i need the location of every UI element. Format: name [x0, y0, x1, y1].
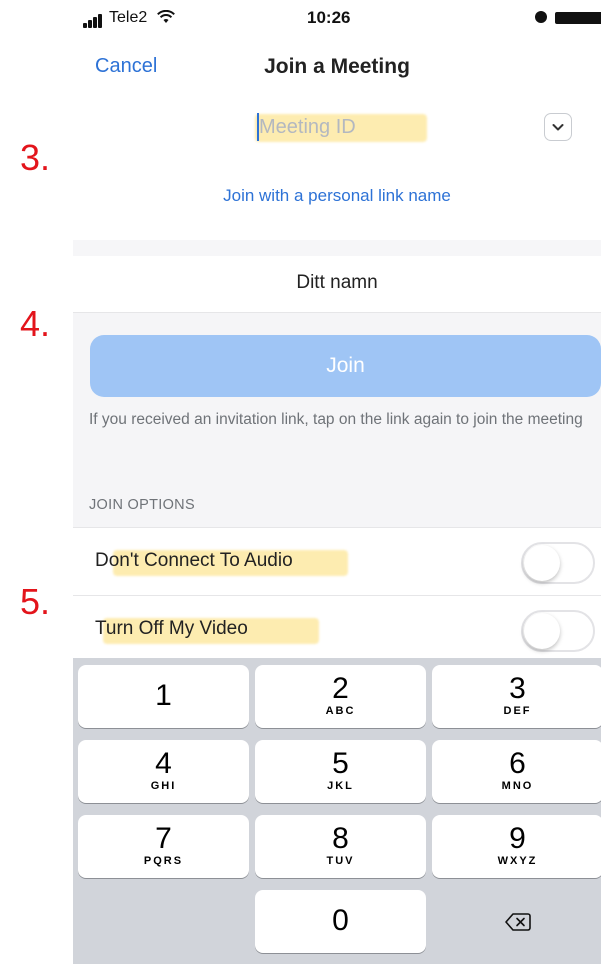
- key-1[interactable]: 1: [78, 665, 249, 728]
- key-digit: 9: [509, 822, 526, 855]
- section-divider: [73, 240, 601, 256]
- key-letters: GHI: [150, 780, 177, 792]
- key-7[interactable]: 7 PQRS: [78, 815, 249, 878]
- key-digit: 4: [155, 747, 172, 780]
- battery-icon: [555, 12, 601, 24]
- key-digit: 6: [509, 747, 526, 780]
- page-title: Join a Meeting: [264, 55, 410, 78]
- key-letters: PQRS: [143, 855, 184, 867]
- status-bar: Tele2 10:26: [73, 0, 601, 38]
- key-letters: JKL: [327, 780, 354, 792]
- key-letters: MNO: [501, 780, 534, 792]
- key-6[interactable]: 6 MNO: [432, 740, 601, 803]
- text-caret: [257, 113, 259, 141]
- key-3[interactable]: 3 DEF: [432, 665, 601, 728]
- meeting-history-dropdown[interactable]: [544, 113, 572, 141]
- key-8[interactable]: 8 TUV: [255, 815, 426, 878]
- audio-toggle[interactable]: [521, 542, 595, 584]
- alarm-icon: [535, 11, 547, 23]
- display-name-value: Ditt namn: [296, 272, 378, 293]
- nav-bar: Cancel Join a Meeting: [73, 38, 601, 96]
- display-name-field[interactable]: Ditt namn: [73, 256, 601, 313]
- step-annotation-3: 3.: [20, 137, 51, 178]
- join-button[interactable]: Join: [90, 335, 601, 397]
- video-toggle[interactable]: [521, 610, 595, 652]
- key-0[interactable]: 0: [255, 890, 426, 953]
- key-letters: ABC: [325, 705, 356, 717]
- signal-icon: [83, 14, 105, 28]
- join-options-heading: JOIN OPTIONS: [89, 497, 195, 513]
- key-digit: 2: [332, 672, 349, 705]
- key-digit: 7: [155, 822, 172, 855]
- key-2[interactable]: 2 ABC: [255, 665, 426, 728]
- delete-key[interactable]: [432, 890, 601, 953]
- meeting-id-section: Join with a personal link name: [73, 96, 601, 240]
- phone-screen: Tele2 10:26 Cancel Join a Meeting Join w…: [73, 0, 601, 964]
- option-audio-row: Don't Connect To Audio: [73, 527, 601, 596]
- key-digit: 1: [155, 679, 172, 712]
- numeric-keypad: 1 2 ABC 3 DEF 4 GHI 5 JKL 6 MNO 7 PQRS 8 TUV 9W…: [73, 658, 601, 964]
- key-letters: WXYZ: [497, 855, 538, 867]
- option-video-row: Turn Off My Video: [73, 595, 601, 664]
- meeting-id-row: [73, 96, 601, 162]
- key-letters: TUV: [326, 855, 355, 867]
- key-letters: DEF: [503, 705, 532, 717]
- status-time: 10:26: [307, 8, 351, 27]
- toggle-knob: [524, 545, 560, 581]
- key-4[interactable]: 4 GHI: [78, 740, 249, 803]
- toggle-knob: [524, 613, 560, 649]
- backspace-icon: [505, 913, 531, 931]
- step-annotation-5: 5.: [20, 581, 51, 622]
- option-video-label: Turn Off My Video: [95, 618, 248, 639]
- key-5[interactable]: 5 JKL: [255, 740, 426, 803]
- personal-link-button[interactable]: Join with a personal link name: [73, 186, 601, 206]
- key-digit: 0: [332, 904, 349, 937]
- key-digit: 3: [509, 672, 526, 705]
- join-area: Join If you received an invitation link,…: [73, 313, 601, 664]
- meeting-id-input[interactable]: [249, 110, 439, 144]
- key-digit: 8: [332, 822, 349, 855]
- key-9[interactable]: 9 WXYZ: [432, 815, 601, 878]
- step-annotation-4: 4.: [20, 303, 51, 344]
- invitation-hint: If you received an invitation link, tap …: [89, 411, 583, 428]
- key-digit: 5: [332, 747, 349, 780]
- option-audio-label: Don't Connect To Audio: [95, 550, 293, 571]
- chevron-down-icon: [552, 124, 564, 131]
- carrier-name: Tele2: [109, 9, 148, 26]
- wifi-icon: [157, 10, 175, 23]
